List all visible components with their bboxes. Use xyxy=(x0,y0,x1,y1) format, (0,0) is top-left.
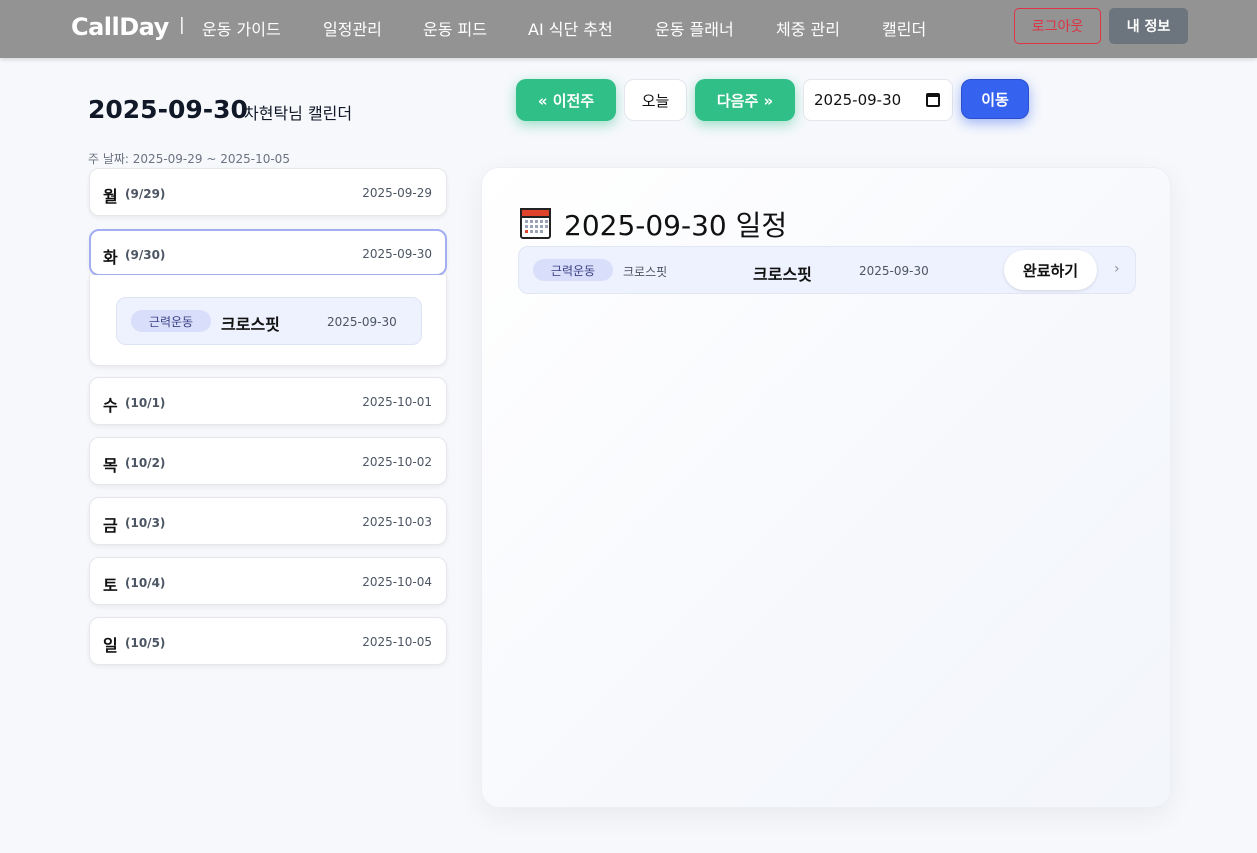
prev-week-button[interactable]: « 이전주 xyxy=(516,79,616,121)
day-events-panel: 근력운동 크로스핏 2025-09-30 xyxy=(89,275,447,366)
day-card-fri[interactable]: 금 (10/3) 2025-10-03 xyxy=(89,497,447,545)
day-name: 금 xyxy=(103,516,118,535)
nav-link-calendar[interactable]: 캘린더 xyxy=(882,16,926,40)
category-badge: 근력운동 xyxy=(131,310,211,332)
event-date: 2025-09-30 xyxy=(859,264,929,278)
category-badge: 근력운동 xyxy=(533,259,613,281)
day-card-wed[interactable]: 수 (10/1) 2025-10-01 xyxy=(89,377,447,425)
day-name: 토 xyxy=(103,576,118,595)
next-week-button[interactable]: 다음주 » xyxy=(695,79,795,121)
day-name: 일 xyxy=(103,636,118,655)
day-event-item[interactable]: 근력운동 크로스핏 2025-09-30 xyxy=(116,297,422,345)
top-navbar: CallDay | 운동 가이드 일정관리 운동 피드 AI 식단 추천 운동 … xyxy=(0,0,1257,58)
day-month-day: (10/5) xyxy=(125,636,166,650)
schedule-title: 2025-09-30 일정 xyxy=(564,209,788,242)
day-card-tue[interactable]: 화 (9/30) 2025-09-30 xyxy=(89,229,447,276)
date-picker-value: 2025-09-30 xyxy=(814,91,902,109)
day-card-thu[interactable]: 목 (10/2) 2025-10-02 xyxy=(89,437,447,485)
nav-link-exercise-guide[interactable]: 운동 가이드 xyxy=(202,16,281,40)
nav-separator: | xyxy=(179,15,185,35)
nav-link-exercise-planner[interactable]: 운동 플래너 xyxy=(655,16,734,40)
day-date: 2025-09-29 xyxy=(362,186,432,200)
page-subtitle: 차현탁님 캘린더 xyxy=(244,104,353,123)
day-month-day: (10/4) xyxy=(125,576,166,590)
day-date: 2025-10-02 xyxy=(362,455,432,469)
my-info-button[interactable]: 내 정보 xyxy=(1109,8,1188,44)
day-month-day: (10/2) xyxy=(125,456,166,470)
chevron-right-icon[interactable]: › xyxy=(1114,261,1120,277)
week-range-label: 주 날짜: 2025-09-29 ~ 2025-10-05 xyxy=(88,152,290,166)
day-name: 화 xyxy=(103,248,118,267)
event-subtitle: 크로스핏 xyxy=(623,265,668,279)
day-month-day: (9/29) xyxy=(125,187,166,201)
day-name: 수 xyxy=(103,396,118,415)
calendar-picker-icon[interactable] xyxy=(926,93,940,107)
event-title: 크로스핏 xyxy=(221,315,280,334)
day-name: 월 xyxy=(103,187,118,206)
nav-link-exercise-feed[interactable]: 운동 피드 xyxy=(423,16,487,40)
day-date: 2025-09-30 xyxy=(362,247,432,261)
logout-button[interactable]: 로그아웃 xyxy=(1014,8,1101,44)
nav-link-schedule[interactable]: 일정관리 xyxy=(323,16,382,40)
schedule-event-row[interactable]: 근력운동 크로스핏 크로스핏 2025-09-30 완료하기 › xyxy=(518,246,1136,294)
day-date: 2025-10-01 xyxy=(362,395,432,409)
day-name: 목 xyxy=(103,456,118,475)
complete-button[interactable]: 완료하기 xyxy=(1004,250,1097,290)
schedule-panel: 2025-09-30 일정 근력운동 크로스핏 크로스핏 2025-09-30 … xyxy=(481,167,1171,808)
day-month-day: (9/30) xyxy=(125,248,166,262)
event-title: 크로스핏 xyxy=(753,265,812,284)
today-button[interactable]: 오늘 xyxy=(624,79,687,121)
nav-link-weight[interactable]: 체중 관리 xyxy=(776,16,840,40)
page-title-date: 2025-09-30 xyxy=(88,95,248,124)
day-month-day: (10/1) xyxy=(125,396,166,410)
event-date: 2025-09-30 xyxy=(327,315,397,329)
day-card-sat[interactable]: 토 (10/4) 2025-10-04 xyxy=(89,557,447,605)
day-date: 2025-10-04 xyxy=(362,575,432,589)
day-date: 2025-10-05 xyxy=(362,635,432,649)
go-button[interactable]: 이동 xyxy=(961,79,1029,119)
date-picker-input[interactable]: 2025-09-30 xyxy=(803,79,953,121)
day-date: 2025-10-03 xyxy=(362,515,432,529)
day-card-mon[interactable]: 월 (9/29) 2025-09-29 xyxy=(89,168,447,216)
calendar-icon xyxy=(520,208,551,239)
brand-logo[interactable]: CallDay xyxy=(71,13,169,41)
day-month-day: (10/3) xyxy=(125,516,166,530)
nav-link-ai-diet[interactable]: AI 식단 추천 xyxy=(528,16,613,40)
day-card-sun[interactable]: 일 (10/5) 2025-10-05 xyxy=(89,617,447,665)
